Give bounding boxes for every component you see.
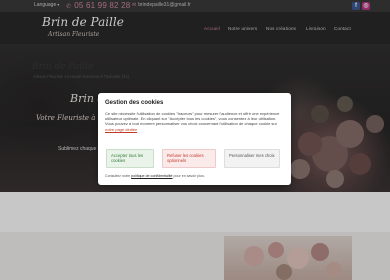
customize-cookies-button[interactable]: Personnaliser mes choix	[224, 149, 280, 168]
dialog-title: Gestion des cookies	[105, 100, 164, 106]
footer-text: Consultez notre	[105, 174, 132, 178]
privacy-policy-link[interactable]: politique de confidentialité	[131, 174, 172, 178]
accept-all-cookies-button[interactable]: Accepter tous les cookies	[106, 149, 154, 168]
cookie-consent-dialog: Gestion des cookies Ce site nécessite l'…	[98, 93, 291, 185]
refuse-optional-cookies-button[interactable]: Refuser les cookies optionnels	[162, 149, 216, 168]
dialog-footer: Consultez notre politique de confidentia…	[105, 174, 205, 178]
page: Language▾ ✆ 05 61 99 82 28 ✉ brindepaille3…	[0, 0, 390, 280]
cookie-page-link[interactable]: notre page dédiée	[105, 127, 137, 132]
dialog-body: Ce site nécessite l'utilisation de cooki…	[105, 111, 285, 132]
footer-text-end: pour en savoir plus.	[172, 174, 205, 178]
dialog-body-text: Ce site nécessite l'utilisation de cooki…	[105, 111, 280, 127]
